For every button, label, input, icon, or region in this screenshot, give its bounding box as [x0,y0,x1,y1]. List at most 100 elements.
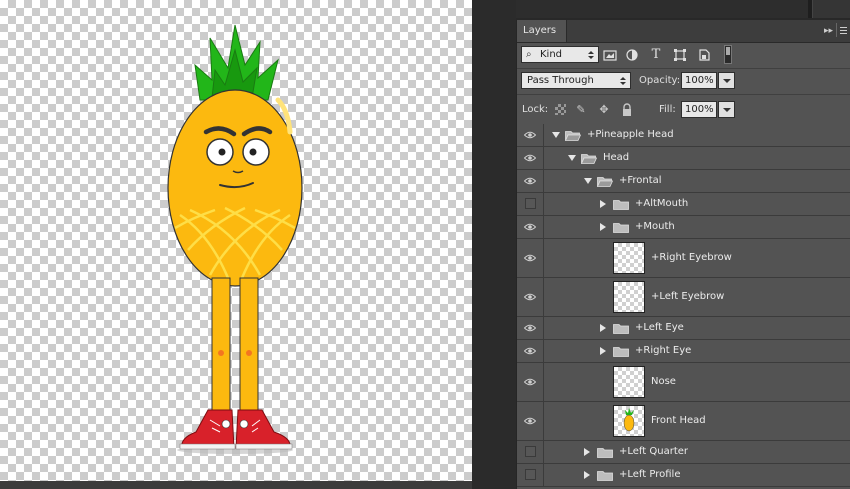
folder-open-icon [597,176,613,187]
adjustment-filter-icon[interactable] [625,48,639,62]
layer-thumbnail[interactable] [613,404,645,437]
lock-row: Lock: ✎ ✥ Fill: 100% [517,96,850,125]
document-canvas[interactable] [0,0,472,481]
chevron-right-icon[interactable] [600,199,606,208]
layer-name: +Right Eyebrow [651,251,732,263]
chevron-right-icon[interactable] [600,222,606,231]
chevron-right-icon[interactable] [584,470,590,479]
layer-row-pineapple-head[interactable]: +Pineapple Head [517,124,850,147]
pineapple-character-artwork [167,24,303,454]
hidden-visibility-box [525,198,536,209]
layer-name: Head [603,151,630,163]
layer-name: +Left Quarter [619,445,689,457]
layer-name: +Frontal [619,174,662,186]
opacity-input[interactable]: 100% [681,72,717,89]
hidden-visibility-box [525,446,536,457]
chevron-down-icon[interactable] [568,154,576,161]
layer-list: +Pineapple Head Head +Frontal +AltMouth +Mou… [517,124,850,489]
layer-name: Nose [651,375,676,387]
folder-icon [613,323,629,334]
layer-row-left-quarter[interactable]: +Left Quarter [517,441,850,464]
shape-filter-icon[interactable] [673,48,687,62]
opacity-slider-toggle[interactable] [718,72,735,89]
lock-all-icon[interactable] [620,103,634,117]
pineapple-thumbnail-image [623,407,635,431]
chevron-down-icon[interactable] [552,131,560,138]
lock-image-pixels-icon[interactable]: ✎ [574,103,588,117]
visibility-toggle[interactable] [517,464,544,486]
visibility-toggle[interactable] [517,216,544,238]
chevron-right-icon[interactable] [584,447,590,456]
layer-row-nose[interactable]: Nose [517,363,850,402]
blend-mode-row: Pass Through Opacity: 100% [517,68,850,95]
dock-segment [812,0,850,18]
eye-icon [524,324,536,331]
layer-name: +AltMouth [635,197,689,209]
lock-transparent-pixels-icon[interactable] [555,104,566,115]
layer-name: +Pineapple Head [587,128,674,140]
visibility-toggle[interactable] [517,278,544,316]
visibility-toggle[interactable] [517,147,544,169]
chevron-down-icon [620,82,626,85]
filter-toggle-icon[interactable] [724,45,732,64]
folder-icon [597,447,613,458]
layer-name: +Mouth [635,220,675,232]
smart-object-filter-icon[interactable] [697,48,711,62]
layer-row-left-eyebrow[interactable]: +Left Eyebrow [517,278,850,317]
canvas-scrollbar-horizontal[interactable] [0,481,472,489]
layer-row-frontal[interactable]: +Frontal [517,170,850,193]
layer-thumbnail[interactable] [613,241,645,274]
folder-open-icon [565,130,581,141]
image-filter-icon[interactable] [603,48,617,62]
eye-icon [524,177,536,184]
tab-layers[interactable]: Layers [517,20,568,42]
layer-name: +Right Eye [635,344,692,356]
layer-thumbnail[interactable] [613,280,645,313]
layer-row-mouth[interactable]: +Mouth [517,216,850,239]
panel-menu-icon[interactable] [836,23,849,37]
fill-input[interactable]: 100% [681,101,717,118]
layer-row-right-eye[interactable]: +Right Eye [517,340,850,363]
layer-row-left-profile[interactable]: +Left Profile [517,464,850,487]
eye-icon [524,154,536,161]
visibility-toggle[interactable] [517,170,544,192]
type-filter-icon[interactable]: T [649,48,663,62]
lock-position-icon[interactable]: ✥ [597,103,611,117]
visibility-toggle[interactable] [517,124,544,146]
panel-tab-bar: Layers ▸▸ [517,20,850,43]
chevron-down-icon[interactable] [584,177,592,184]
folder-icon [613,199,629,210]
chevron-right-icon[interactable] [600,323,606,332]
pasteboard [472,0,516,489]
eye-icon [524,223,536,230]
visibility-toggle[interactable] [517,441,544,463]
layer-row-right-eyebrow[interactable]: +Right Eyebrow [517,239,850,278]
pineapple-leaves [194,24,279,101]
layer-row-altmouth[interactable]: +AltMouth [517,193,850,216]
blend-mode-dropdown[interactable]: Pass Through [521,72,631,89]
folder-icon [613,346,629,357]
filter-kind-label: Kind [540,49,563,60]
chevron-up-icon [588,51,594,54]
visibility-toggle[interactable] [517,317,544,339]
opacity-label: Opacity: [639,75,681,86]
layer-row-left-eye[interactable]: +Left Eye [517,317,850,340]
visibility-toggle[interactable] [517,363,544,401]
eye-icon [524,347,536,354]
chevron-right-icon[interactable] [600,346,606,355]
layer-row-head[interactable]: Head [517,147,850,170]
layer-thumbnail[interactable] [613,365,645,398]
visibility-toggle[interactable] [517,340,544,362]
layer-name: +Left Profile [619,468,681,480]
folder-open-icon [581,153,597,164]
visibility-toggle[interactable] [517,239,544,277]
layer-row-front-head[interactable]: Front Head [517,402,850,441]
visibility-toggle[interactable] [517,193,544,215]
fill-slider-toggle[interactable] [718,101,735,118]
eye-icon [524,131,536,138]
eye-icon [524,417,536,424]
filter-kind-dropdown[interactable]: ⌕ Kind [521,46,599,63]
visibility-toggle[interactable] [517,402,544,440]
layer-name: +Left Eye [635,321,684,333]
double-chevron-right-icon[interactable]: ▸▸ [824,25,833,37]
